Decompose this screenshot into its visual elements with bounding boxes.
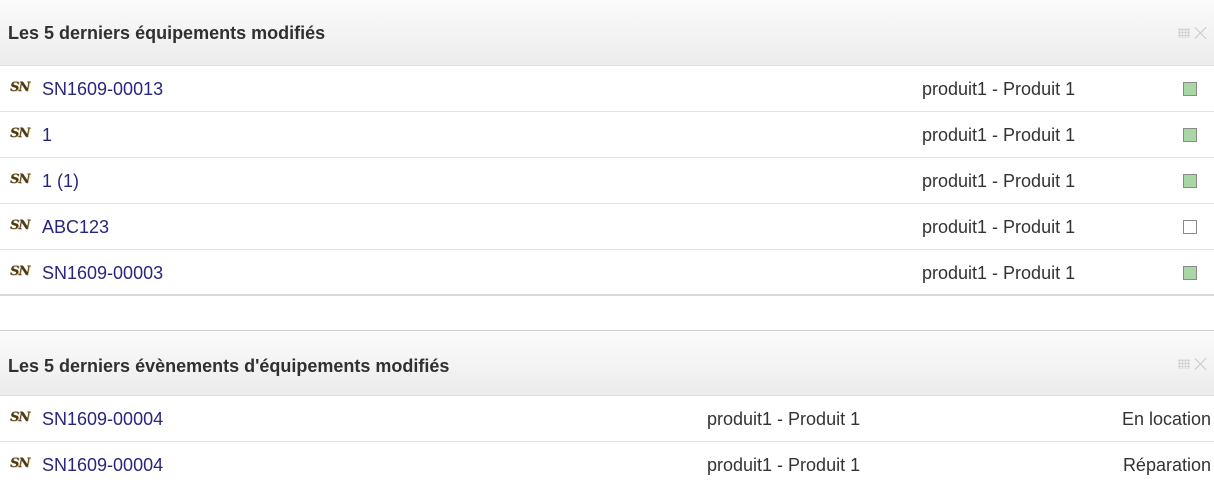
recent-equipment-header: Les 5 derniers équipements modifiés — [0, 0, 1214, 66]
table-row: SN SN1609-00004 produit1 - Produit 1 Rép… — [0, 442, 1214, 488]
recent-equipment-box: Les 5 derniers équipements modifiés SN S… — [0, 0, 1214, 296]
header-tools — [1178, 26, 1208, 40]
serial-number-icon: SN — [10, 410, 30, 425]
status-indicator — [1183, 174, 1197, 188]
status-indicator — [1183, 82, 1197, 96]
product-label: produit1 - Produit 1 — [707, 409, 861, 429]
status-indicator — [1183, 128, 1197, 142]
header-tools — [1178, 357, 1208, 371]
recent-events-box: Les 5 derniers évènements d'équipements … — [0, 330, 1214, 488]
move-grip-icon[interactable] — [1178, 28, 1190, 38]
equipment-link[interactable]: 1 (1) — [42, 171, 79, 192]
table-row: SN SN1609-00003 produit1 - Produit 1 — [0, 250, 1214, 296]
status-indicator — [1183, 266, 1197, 280]
event-status-label: Réparation — [1122, 455, 1211, 475]
table-row: SN SN1609-00013 produit1 - Produit 1 — [0, 66, 1214, 112]
close-icon[interactable] — [1194, 357, 1208, 371]
equipment-link[interactable]: ABC123 — [42, 217, 109, 238]
serial-number-icon: SN — [10, 218, 30, 233]
serial-number-icon: SN — [10, 264, 30, 279]
status-indicator — [1183, 220, 1197, 234]
serial-number-icon: SN — [10, 172, 30, 187]
table-row: SN 1 produit1 - Produit 1 — [0, 112, 1214, 158]
product-label: produit1 - Produit 1 — [922, 125, 1076, 145]
recent-events-title: Les 5 derniers évènements d'équipements … — [8, 356, 450, 376]
equipment-link[interactable]: SN1609-00013 — [42, 79, 163, 100]
equipment-link[interactable]: SN1609-00004 — [42, 409, 163, 430]
recent-events-header: Les 5 derniers évènements d'équipements … — [0, 330, 1214, 396]
product-label: produit1 - Produit 1 — [922, 263, 1076, 283]
serial-number-icon: SN — [10, 456, 30, 471]
equipment-link[interactable]: SN1609-00003 — [42, 263, 163, 284]
serial-number-icon: SN — [10, 80, 30, 95]
product-label: produit1 - Produit 1 — [922, 217, 1076, 237]
serial-number-icon: SN — [10, 126, 30, 141]
product-label: produit1 - Produit 1 — [922, 171, 1076, 191]
table-row: SN ABC123 produit1 - Produit 1 — [0, 204, 1214, 250]
table-row: SN 1 (1) produit1 - Produit 1 — [0, 158, 1214, 204]
product-label: produit1 - Produit 1 — [707, 455, 861, 475]
table-row: SN SN1609-00004 produit1 - Produit 1 En … — [0, 396, 1214, 442]
recent-equipment-title: Les 5 derniers équipements modifiés — [8, 23, 326, 43]
equipment-link[interactable]: SN1609-00004 — [42, 455, 163, 476]
equipment-link[interactable]: 1 — [42, 125, 52, 146]
event-status-label: En location — [1121, 409, 1211, 429]
move-grip-icon[interactable] — [1178, 359, 1190, 369]
close-icon[interactable] — [1194, 26, 1208, 40]
product-label: produit1 - Produit 1 — [922, 79, 1076, 99]
